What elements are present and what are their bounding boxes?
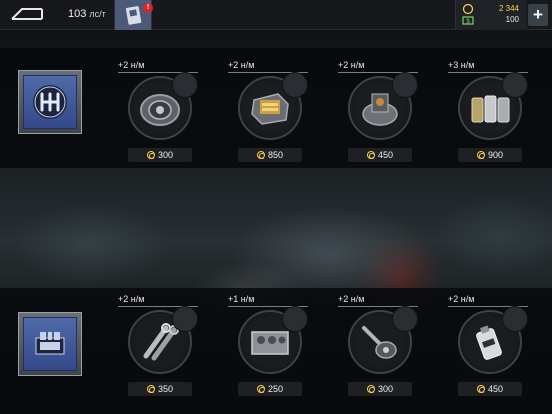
back-arrow-icon <box>11 8 43 20</box>
coin-icon <box>146 151 155 159</box>
gold-coin-icon: $ <box>462 3 474 25</box>
coin-icon <box>476 385 485 393</box>
gearbox-icon <box>33 85 67 119</box>
price-value: 450 <box>377 150 394 160</box>
torque-bonus: +2 н/м <box>228 60 255 70</box>
upgrade-slot <box>392 72 418 98</box>
part-price: 300 <box>348 382 412 396</box>
currency-icons: $ <box>462 3 474 27</box>
part-card[interactable]: +2 н/м 450 <box>338 60 448 180</box>
upgrade-slot <box>282 306 308 332</box>
upgrade-slot <box>502 72 528 98</box>
price-value: 900 <box>487 150 504 160</box>
price-value: 350 <box>157 384 174 394</box>
coin-icon <box>256 151 265 159</box>
coin-icon <box>366 151 375 159</box>
upgrade-slot <box>172 72 198 98</box>
part-card[interactable]: +2 н/м 850 <box>228 60 338 180</box>
upgrade-slot <box>172 306 198 332</box>
torque-bonus: +2 н/м <box>338 294 365 304</box>
price-value: 850 <box>267 150 284 160</box>
upgrade-slot <box>502 306 528 332</box>
part-card[interactable]: +2 н/м 300 <box>118 60 228 180</box>
price-value: 300 <box>377 384 394 394</box>
part-price: 850 <box>238 148 302 162</box>
part-price: 350 <box>128 382 192 396</box>
part-card[interactable]: +3 н/м 900 <box>448 60 552 180</box>
add-currency-button[interactable]: + <box>528 4 548 26</box>
torque-bonus: +2 н/м <box>118 60 145 70</box>
notification-badge: ! <box>143 3 153 13</box>
torque-bonus: +2 н/м <box>448 294 475 304</box>
top-bar: 103 лс/т ! $ 2 344 100 + <box>0 0 552 30</box>
coin-icon <box>256 385 265 393</box>
back-button[interactable] <box>8 5 46 25</box>
part-card[interactable]: +2 н/м 450 <box>448 294 552 414</box>
price-value: 450 <box>487 384 504 394</box>
part-card[interactable]: +2 н/м 350 <box>118 294 228 414</box>
part-price: 450 <box>458 382 522 396</box>
part-price: 300 <box>128 148 192 162</box>
coin-icon <box>146 385 155 393</box>
torque-bonus: +3 н/м <box>448 60 475 70</box>
coin-icon <box>476 151 485 159</box>
engine-block-icon <box>35 332 65 355</box>
category-engine-button[interactable] <box>18 312 82 376</box>
power-unit: лс/т <box>89 9 106 19</box>
coin-icon <box>366 385 375 393</box>
gold-amount: 2 344 <box>498 4 519 13</box>
upgrade-slot <box>282 72 308 98</box>
torque-bonus: +2 н/м <box>118 294 145 304</box>
power-to-weight: 103 лс/т <box>68 8 106 20</box>
part-card[interactable]: +1 н/м 250 <box>228 294 338 414</box>
category-engine-inner <box>23 317 77 371</box>
torque-bonus: +2 н/м <box>338 60 365 70</box>
upgrade-slot <box>392 306 418 332</box>
price-value: 250 <box>267 384 284 394</box>
power-value: 103 <box>68 8 87 20</box>
torque-bonus: +1 н/м <box>228 294 255 304</box>
price-value: 300 <box>157 150 174 160</box>
part-card[interactable]: +2 н/м 300 <box>338 294 448 414</box>
part-price: 450 <box>348 148 412 162</box>
cash-amount: 100 <box>505 15 519 24</box>
category-gearbox-inner <box>23 75 77 129</box>
part-price: 900 <box>458 148 522 162</box>
part-price: 250 <box>238 382 302 396</box>
category-gearbox-button[interactable] <box>18 70 82 134</box>
